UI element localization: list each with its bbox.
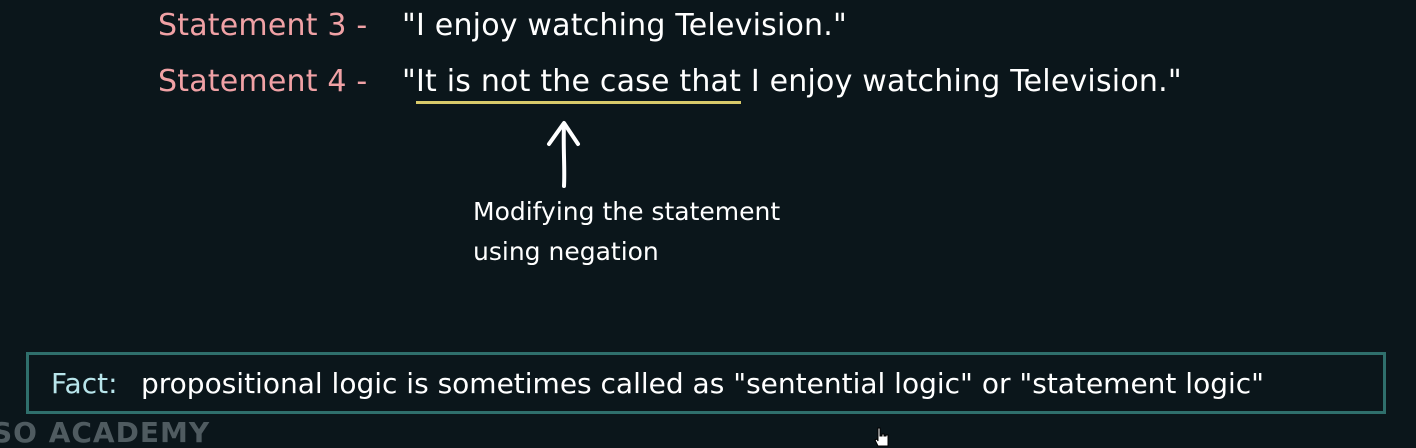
annotation-line-2: using negation: [473, 237, 659, 266]
hand-cursor-icon: [874, 427, 889, 447]
fact-box: Fact: propositional logic is sometimes c…: [26, 352, 1386, 414]
statement-4-negation-phrase: It is not the case that: [416, 64, 742, 104]
fact-label: Fact:: [51, 367, 118, 400]
fact-text: propositional logic is sometimes called …: [141, 367, 1265, 400]
annotation-line-1: Modifying the statement: [473, 197, 781, 226]
statement-4-rest: I enjoy watching Television.": [741, 64, 1182, 99]
up-arrow-icon: [547, 121, 580, 188]
statement-3-text: "I enjoy watching Television.": [402, 8, 847, 43]
negation-annotation: Modifying the statement using negation: [473, 192, 780, 272]
statement-4-open-quote: ": [402, 64, 416, 99]
statement-4-text: "It is not the case that I enjoy watchin…: [402, 64, 1182, 104]
watermark-logo: SO ACADEMY: [0, 416, 211, 448]
statement-3-label: Statement 3 -: [158, 8, 368, 43]
statement-4-label: Statement 4 -: [158, 64, 368, 99]
